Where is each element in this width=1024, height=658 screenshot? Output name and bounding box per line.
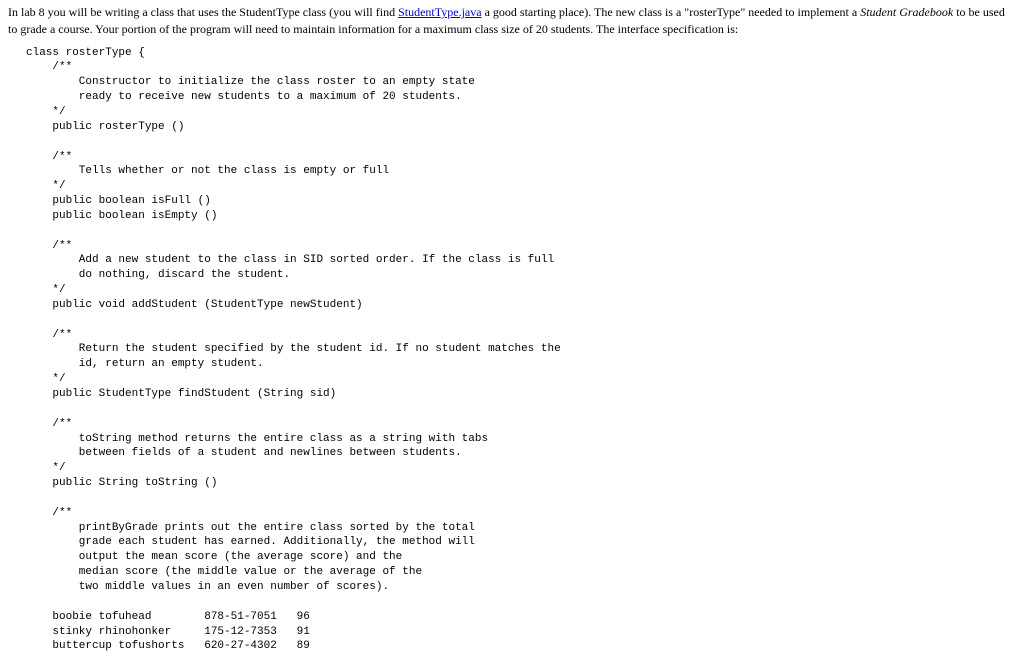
code-line: /** <box>26 240 72 252</box>
code-line: */ <box>26 106 66 118</box>
code-line: */ <box>26 462 66 474</box>
code-line: */ <box>26 373 66 385</box>
code-line: grade each student has earned. Additiona… <box>26 536 475 548</box>
code-line: ready to receive new students to a maxim… <box>26 91 462 103</box>
code-line: /** <box>26 61 72 73</box>
code-line: Tells whether or not the class is empty … <box>26 165 389 177</box>
code-line: /** <box>26 329 72 341</box>
code-line: printByGrade prints out the entire class… <box>26 522 475 534</box>
code-line: output the mean score (the average score… <box>26 551 402 563</box>
code-line: public String toString () <box>26 477 217 489</box>
code-line: stinky rhinohonker 175-12-7353 91 <box>26 626 310 638</box>
code-block: class rosterType { /** Constructor to in… <box>8 46 1016 655</box>
code-line: class rosterType { <box>26 47 145 59</box>
code-line: /** <box>26 507 72 519</box>
code-line: two middle values in an even number of s… <box>26 581 389 593</box>
code-line: public rosterType () <box>26 121 184 133</box>
code-line: public void addStudent (StudentType newS… <box>26 299 363 311</box>
intro-italic: Student Gradebook <box>860 5 953 19</box>
code-line: public StudentType findStudent (String s… <box>26 388 336 400</box>
code-line: do nothing, discard the student. <box>26 269 290 281</box>
code-line: */ <box>26 284 66 296</box>
code-line: buttercup tofushorts 620-27-4302 89 <box>26 640 310 652</box>
code-line: public boolean isEmpty () <box>26 210 217 222</box>
code-line: boobie tofuhead 878-51-7051 96 <box>26 611 310 623</box>
intro-paragraph: In lab 8 you will be writing a class tha… <box>8 4 1016 38</box>
code-line: Constructor to initialize the class rost… <box>26 76 475 88</box>
code-line: */ <box>26 180 66 192</box>
code-line: public boolean isFull () <box>26 195 211 207</box>
code-line: between fields of a student and newlines… <box>26 447 462 459</box>
code-line: id, return an empty student. <box>26 358 264 370</box>
code-line: /** <box>26 151 72 163</box>
intro-text-2: a good starting place). The new class is… <box>482 5 861 19</box>
intro-text-1: In lab 8 you will be writing a class tha… <box>8 5 398 19</box>
code-line: Return the student specified by the stud… <box>26 343 561 355</box>
code-line: /** <box>26 418 72 430</box>
code-line: Add a new student to the class in SID so… <box>26 254 554 266</box>
code-line: toString method returns the entire class… <box>26 433 488 445</box>
code-line: median score (the middle value or the av… <box>26 566 422 578</box>
studenttype-link[interactable]: StudentType.java <box>398 5 481 19</box>
